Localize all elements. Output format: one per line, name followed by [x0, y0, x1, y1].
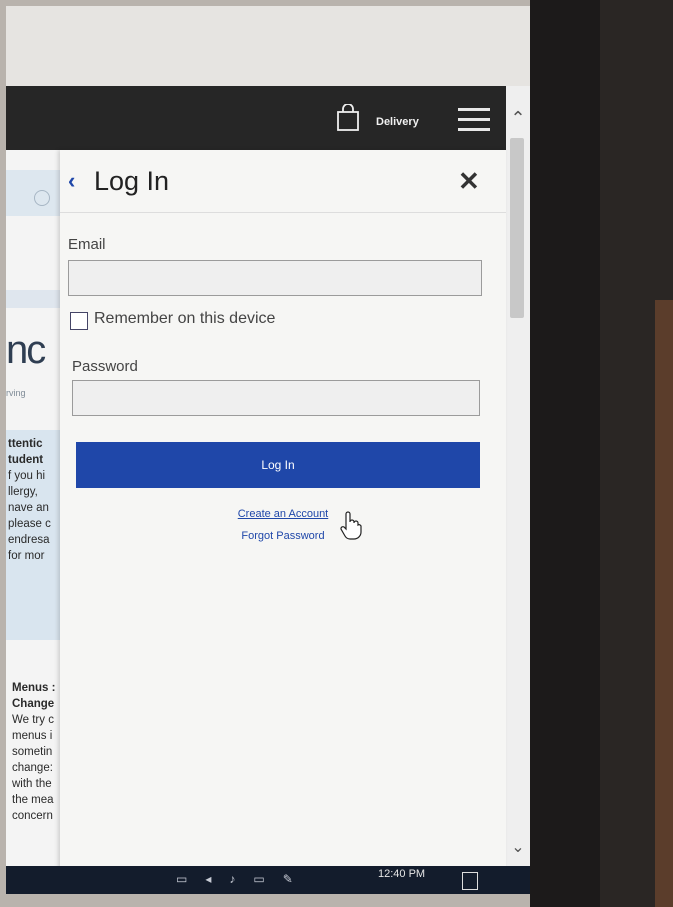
browser-top-area: [6, 6, 530, 86]
scrollbar[interactable]: ⌃ ⌄: [506, 86, 530, 866]
attention-line: for mor: [8, 550, 45, 562]
attention-line: endresa: [8, 534, 50, 546]
menus-line: sometin: [12, 746, 53, 758]
close-icon[interactable]: ✕: [458, 166, 480, 197]
attention-line: f you hi: [8, 470, 46, 482]
attention-line: nave an: [8, 502, 49, 514]
background-attention-box: ttentic tudent f you hi llergy, nave an …: [6, 430, 66, 640]
background-logo-text: nc: [6, 328, 46, 372]
background-band: [6, 290, 66, 308]
background-page: nc rving ttentic tudent f you hi llergy,…: [6, 150, 66, 890]
back-chevron-icon[interactable]: ‹: [68, 168, 75, 194]
scroll-up-arrow-icon[interactable]: ⌃: [506, 106, 530, 130]
email-field[interactable]: [68, 260, 482, 296]
background-circle-icon: [34, 190, 50, 206]
attention-line: please c: [8, 518, 51, 530]
notification-icon[interactable]: [462, 872, 478, 890]
taskbar-clock[interactable]: 12:40 PM: [378, 868, 425, 880]
taskbar: ▭◂♪▭✎ 12:40 PM: [6, 866, 530, 894]
scroll-down-arrow-icon[interactable]: ⌄: [506, 836, 530, 860]
password-label: Password: [72, 358, 138, 375]
shopping-bag-icon[interactable]: [336, 104, 360, 132]
attention-line: ttentic: [8, 438, 43, 450]
background-logo-sub: rving: [6, 388, 26, 398]
menus-line: concern: [12, 810, 53, 822]
attention-line: llergy,: [8, 486, 38, 498]
login-title: Log In: [94, 166, 170, 196]
remember-checkbox[interactable]: [70, 312, 88, 330]
divider: [60, 212, 506, 213]
menus-line: Menus :: [12, 682, 56, 694]
attention-line: tudent: [8, 454, 44, 466]
remember-label[interactable]: Remember on this device: [94, 310, 275, 328]
scroll-thumb[interactable]: [510, 138, 524, 318]
background-menus-notice: Menus : Change We try c menus i sometin …: [12, 680, 66, 824]
email-label: Email: [68, 236, 106, 253]
menus-line: menus i: [12, 730, 53, 742]
delivery-label[interactable]: Delivery: [376, 116, 419, 128]
tray-icons[interactable]: ▭◂♪▭✎: [176, 872, 311, 886]
hand-cursor-icon: [340, 511, 362, 540]
login-panel: ‹ Log In ✕ Email Remember on this device…: [60, 150, 506, 894]
screen: Delivery ⌃ ⌄ nc rving ttentic tudent f y…: [6, 6, 530, 894]
login-button[interactable]: Log In: [76, 442, 480, 488]
password-field[interactable]: [72, 380, 480, 416]
menus-line: We try c: [12, 714, 54, 726]
create-account-link[interactable]: Create an Account: [60, 508, 506, 520]
hamburger-menu-icon[interactable]: [458, 108, 490, 132]
menus-line: with the: [12, 778, 52, 790]
menus-line: change:: [12, 762, 53, 774]
menus-line: the mea: [12, 794, 54, 806]
background-wall: [655, 300, 673, 907]
site-header: Delivery: [6, 86, 506, 150]
menus-line: Change: [12, 698, 55, 710]
forgot-password-link[interactable]: Forgot Password: [60, 530, 506, 542]
